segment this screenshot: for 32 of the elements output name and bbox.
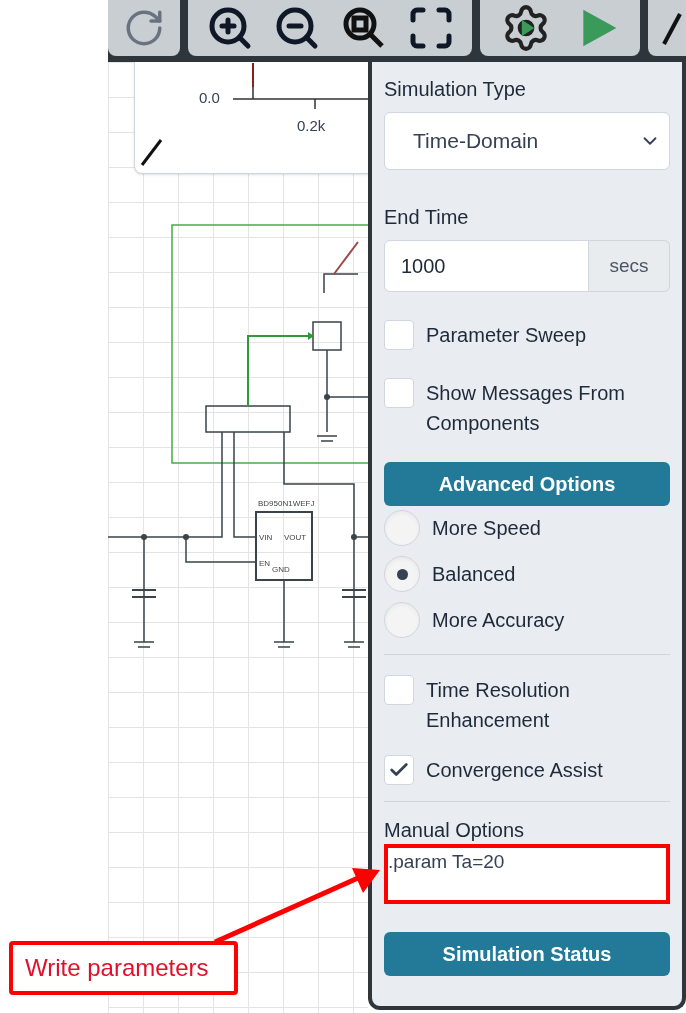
axis-label: 0.0 [199, 88, 220, 108]
checkbox-label: Parameter Sweep [426, 323, 587, 348]
radio-button[interactable] [384, 556, 420, 592]
axis-label: 0.2k [297, 116, 326, 136]
checkbox[interactable] [384, 320, 414, 350]
radio-button[interactable] [384, 510, 420, 546]
advanced-options-button[interactable]: Advanced Options [384, 462, 670, 506]
pin-label: EN [259, 559, 271, 568]
probe-icon [139, 137, 165, 167]
checkbox-label: Time Resolution Enhancement [426, 678, 571, 733]
annotation-text: Write parameters [25, 953, 209, 983]
unit-label: secs [589, 240, 670, 292]
field-label: End Time [384, 205, 470, 230]
pin-label: VOUT [284, 533, 307, 542]
radio-label: Balanced [432, 562, 516, 587]
radio-label: More Accuracy [432, 608, 565, 633]
part-label: BD950N1WEFJ [258, 499, 315, 508]
checkbox[interactable] [384, 755, 414, 785]
checkbox[interactable] [384, 378, 414, 408]
radio-button[interactable] [384, 602, 420, 638]
pin-label: GND [272, 565, 290, 574]
simulation-type-select[interactable]: Time-Domain [384, 112, 670, 170]
checkbox-label: Show Messages From Components [426, 381, 626, 436]
field-label: Simulation Type [384, 77, 527, 102]
field-label: Manual Options [384, 818, 525, 842]
radio-label: More Speed [432, 516, 541, 541]
manual-options-field[interactable]: .param Ta=20 [384, 844, 670, 904]
checkbox-label: Convergence Assist [426, 758, 603, 783]
end-time-field[interactable]: 1000 [384, 240, 589, 292]
pin-label: VIN [259, 533, 273, 542]
simulation-status-button[interactable]: Simulation Status [384, 932, 670, 976]
checkbox[interactable] [384, 675, 414, 705]
